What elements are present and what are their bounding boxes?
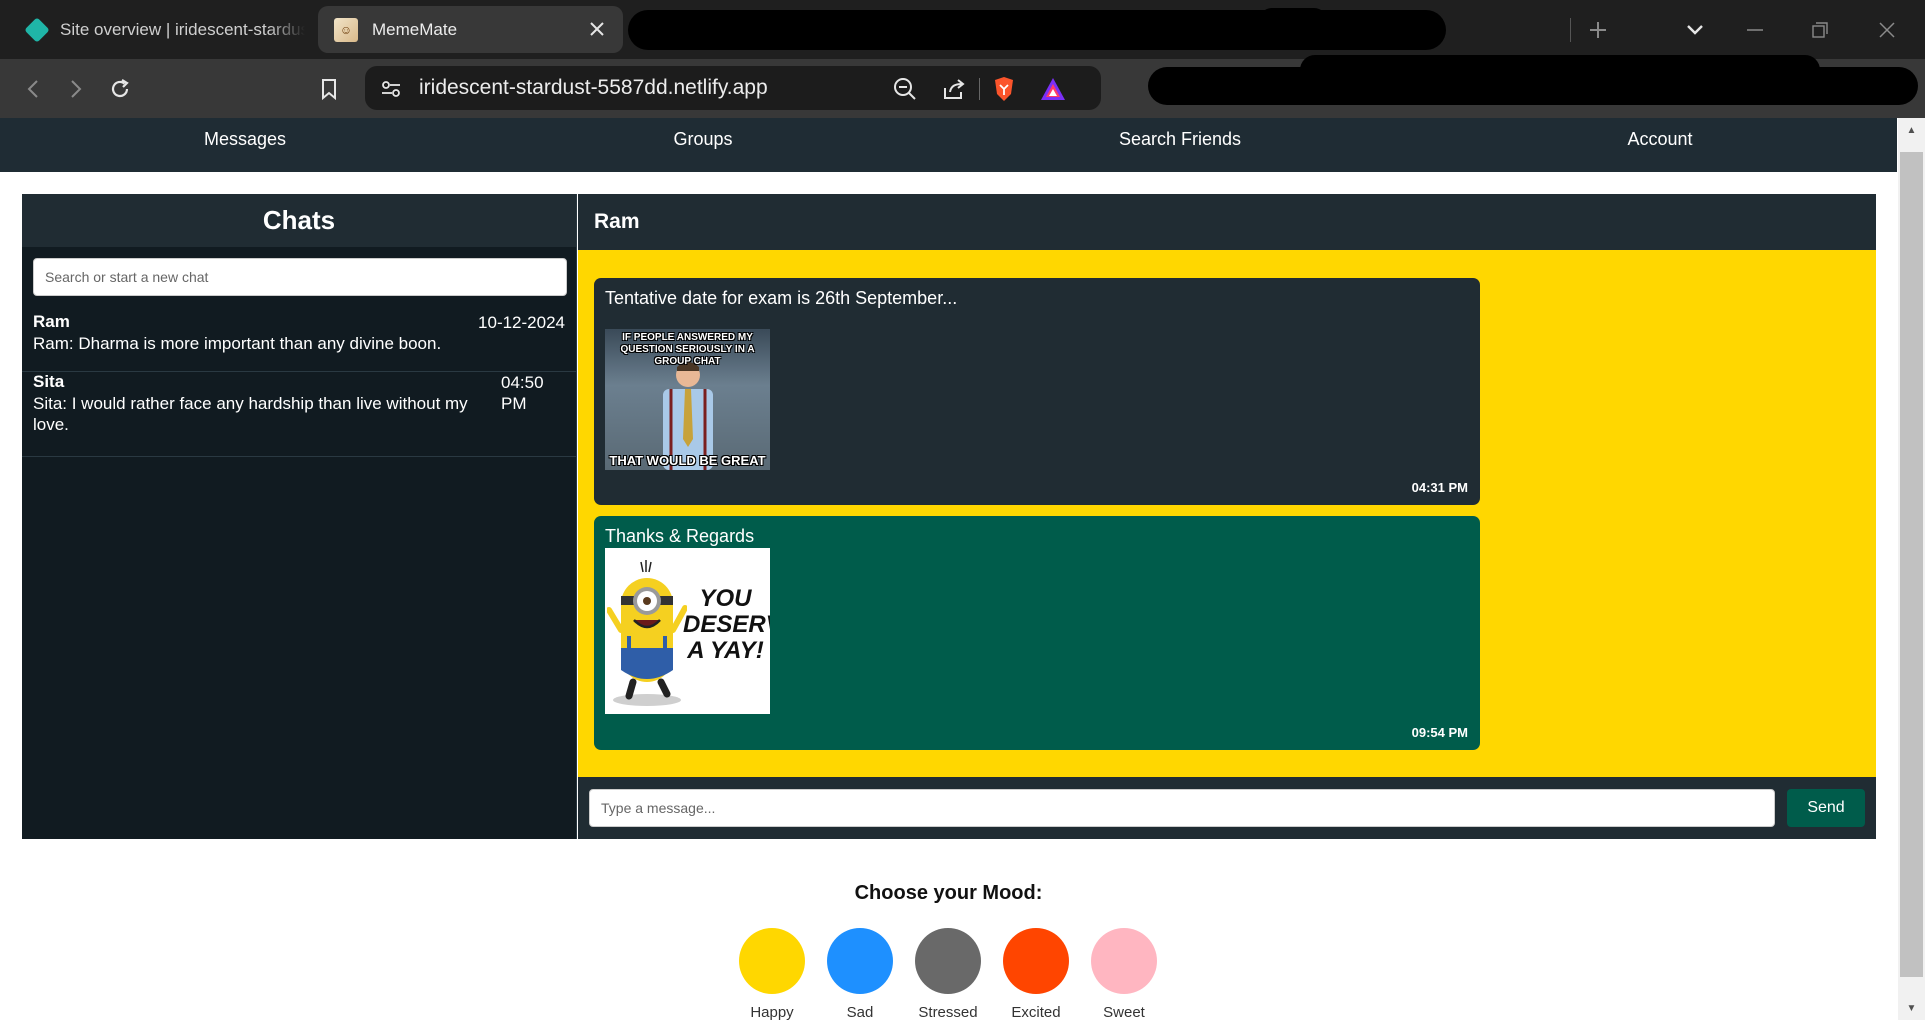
url-field[interactable]: iridescent-stardust-5587dd.netlify.app [365, 66, 1101, 110]
chat-name: Ram [33, 312, 70, 331]
scroll-up-arrow-icon[interactable]: ▲ [1898, 120, 1925, 140]
nav-account[interactable]: Account [1627, 118, 1692, 172]
chat-time: 10-12-2024 [478, 313, 565, 332]
conversation-panel: Ram Tentative date for exam is 26th Sept… [578, 194, 1876, 839]
mood-label: Sweet [1103, 1004, 1145, 1020]
meme-image-that-would-be-great[interactable]: IF PEOPLE ANSWERED MY QUESTION SERIOUSLY… [605, 329, 770, 470]
mood-swatch[interactable] [915, 928, 981, 994]
mood-title: Choose your Mood: [854, 882, 1043, 904]
browser-tab-site-overview[interactable]: Site overview | iridescent-stardust-5587… [10, 6, 315, 53]
browser-tab-mememate[interactable]: ☺ MemeMate [318, 6, 623, 53]
chat-preview: Ram: Dharma is more important than any d… [33, 334, 442, 353]
mood-label: Sad [846, 1004, 874, 1020]
sidebar-title: Chats [22, 194, 576, 247]
mood-swatch[interactable] [827, 928, 893, 994]
message-text: Thanks & Regards [605, 526, 755, 546]
send-button[interactable]: Send [1787, 789, 1865, 827]
share-icon[interactable] [941, 76, 967, 102]
mood-swatch[interactable] [739, 928, 805, 994]
url-text: iridescent-stardust-5587dd.netlify.app [419, 76, 768, 99]
redacted-region [1258, 8, 1328, 36]
close-window-icon[interactable] [1872, 15, 1902, 45]
chat-time: 04:50 PM [501, 373, 544, 413]
mood-picker: Happy Sad Stressed Excited Sweet [739, 928, 1159, 1020]
meme-top-caption: IF PEOPLE ANSWERED MY QUESTION SERIOUSLY… [620, 332, 755, 367]
forward-arrow-icon[interactable] [60, 73, 92, 105]
tab-search-chevron-down-icon[interactable] [1680, 15, 1710, 45]
chat-name: Sita [33, 372, 65, 391]
mood-swatch[interactable] [1091, 928, 1157, 994]
chat-list-item-ram[interactable]: Ram Ram: Dharma is more important than a… [22, 312, 576, 372]
redacted-region [1300, 55, 1820, 85]
mood-option-happy[interactable]: Happy [739, 928, 805, 1020]
meme-caption: YOU DESERVE A YAY! [683, 585, 770, 664]
mood-swatch[interactable] [1003, 928, 1069, 994]
message-time: 09:54 PM [1411, 725, 1468, 740]
mood-label: Happy [750, 1004, 794, 1020]
chat-app: Chats Ram Ram: Dharma is more important … [22, 194, 1876, 839]
new-tab-icon[interactable] [1583, 15, 1613, 45]
conversation-contact-name: Ram [578, 194, 1876, 250]
message-time: 04:31 PM [1411, 480, 1468, 495]
bookmark-icon[interactable] [313, 73, 345, 105]
browser-tab-bar: Site overview | iridescent-stardust-5587… [0, 0, 1925, 59]
nav-search-friends[interactable]: Search Friends [1119, 118, 1241, 172]
mood-label: Stressed [918, 1004, 978, 1020]
brave-shields-icon[interactable] [991, 76, 1017, 102]
back-arrow-icon[interactable] [17, 73, 49, 105]
meme-bottom-caption: THAT WOULD BE GREAT [609, 453, 766, 468]
tab-title: MemeMate [372, 19, 458, 39]
mood-option-sweet[interactable]: Sweet [1091, 928, 1157, 1020]
nav-messages[interactable]: Messages [204, 118, 286, 172]
mood-option-sad[interactable]: Sad [827, 928, 893, 1020]
tab-divider [1570, 18, 1571, 42]
minion-illustration [607, 560, 687, 706]
mood-label: Excited [1011, 1004, 1061, 1020]
chat-sidebar: Chats Ram Ram: Dharma is more important … [22, 194, 577, 839]
browser-address-bar: iridescent-stardust-5587dd.netlify.app [0, 55, 1925, 118]
message-text: Tentative date for exam is 26th Septembe… [605, 288, 958, 308]
restore-window-icon[interactable] [1805, 15, 1835, 45]
page-scrollbar[interactable]: ▲ ▼ [1898, 118, 1925, 1020]
message-bubble-received: Tentative date for exam is 26th Septembe… [594, 278, 1480, 505]
brave-rewards-icon[interactable] [1040, 76, 1066, 102]
netlify-favicon-icon [24, 16, 50, 43]
nav-groups[interactable]: Groups [673, 118, 732, 172]
url-divider [979, 78, 980, 100]
mememate-favicon-icon: ☺ [334, 17, 358, 42]
scroll-down-arrow-icon[interactable]: ▼ [1898, 998, 1925, 1018]
meme-image-you-deserve-a-yay[interactable]: YOU DESERVE A YAY! [605, 548, 770, 714]
reload-icon[interactable] [104, 73, 136, 105]
message-area: Tentative date for exam is 26th Septembe… [578, 250, 1876, 777]
scrollbar-thumb[interactable] [1900, 152, 1923, 977]
zoom-out-icon[interactable] [892, 76, 918, 102]
chat-preview: Sita: I would rather face any hardship t… [33, 394, 468, 434]
close-tab-icon[interactable] [585, 17, 609, 41]
mood-option-excited[interactable]: Excited [1003, 928, 1069, 1020]
minimize-window-icon[interactable] [1740, 15, 1770, 45]
site-settings-icon[interactable] [378, 76, 404, 102]
chat-list-item-sita[interactable]: Sita Sita: I would rather face any hards… [22, 372, 576, 457]
chat-list: Ram Ram: Dharma is more important than a… [22, 312, 576, 457]
top-navigation: Messages Groups Search Friends Account [0, 118, 1897, 172]
message-composer: Send [578, 777, 1876, 839]
message-input[interactable] [589, 789, 1775, 827]
chat-search-input[interactable] [33, 258, 567, 296]
mood-option-stressed[interactable]: Stressed [915, 928, 981, 1020]
message-bubble-sent: Thanks & Regards YOU DESER A YAY! 09:54 … [594, 516, 1480, 750]
tab-title: Site overview | iridescent-stardust-5587… [60, 19, 305, 39]
